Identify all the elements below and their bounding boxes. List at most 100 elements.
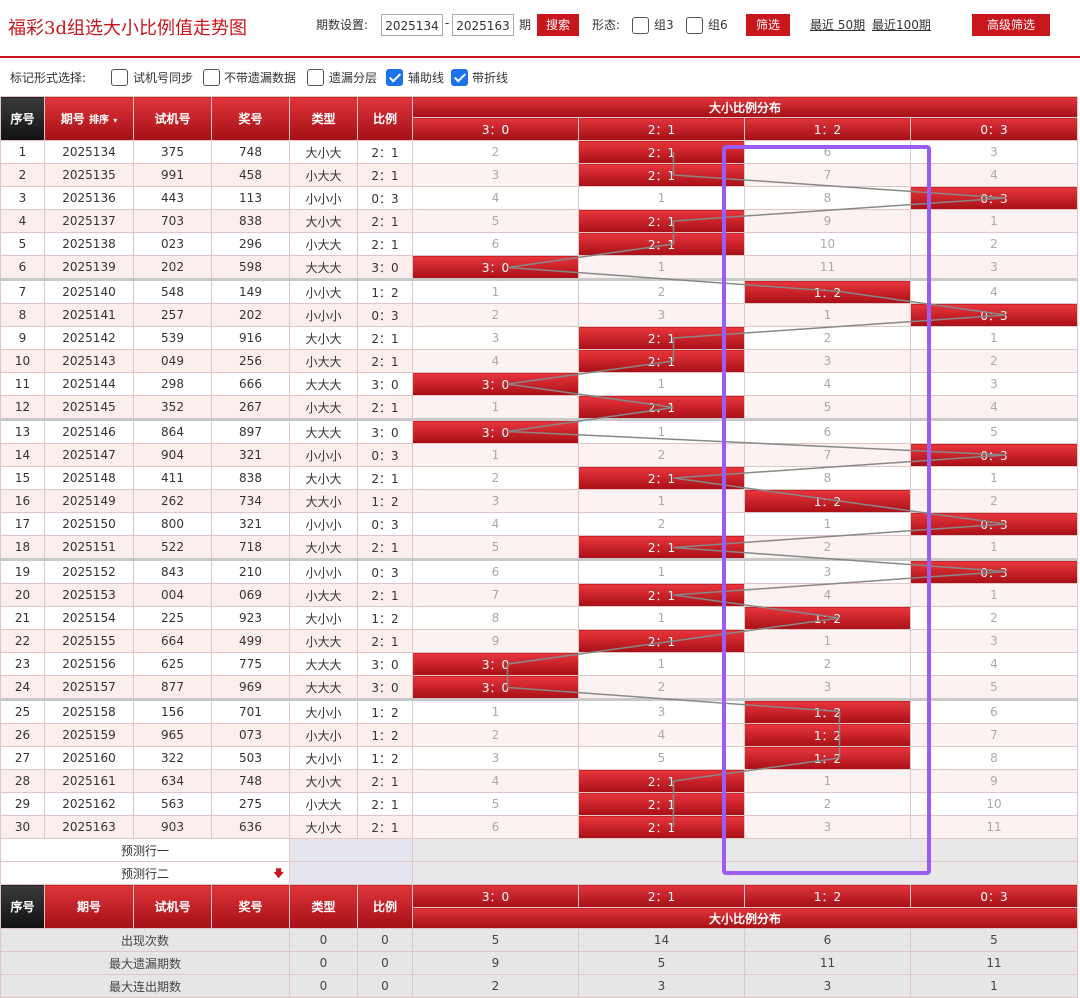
polyline-checkbox[interactable] bbox=[451, 69, 468, 86]
miss-layer-checkbox[interactable] bbox=[307, 69, 324, 86]
stat-label: 最大遗漏期数 bbox=[0, 951, 290, 975]
dist-miss-cell: 3 bbox=[578, 303, 745, 327]
row-period: 2025138 bbox=[44, 232, 134, 256]
stat-row: 出现次数 0 0 5 14 6 5 bbox=[0, 928, 1078, 952]
row-seq: 26 bbox=[0, 723, 45, 747]
arrow-down-icon[interactable]: 🡇 bbox=[273, 865, 284, 884]
row-seq: 22 bbox=[0, 629, 45, 653]
row-seq: 19 bbox=[0, 558, 45, 584]
predict-dist-cell[interactable] bbox=[412, 861, 1078, 885]
row-trial: 548 bbox=[133, 278, 212, 304]
row-trial: 625 bbox=[133, 652, 212, 676]
footer-seq: 序号 bbox=[0, 884, 45, 929]
row-ratio: 2：1 bbox=[357, 349, 413, 373]
row-award: 838 bbox=[211, 466, 290, 490]
dist-miss-cell: 9 bbox=[744, 209, 911, 233]
row-seq: 20 bbox=[0, 583, 45, 607]
dist-miss-cell: 1 bbox=[578, 652, 745, 676]
top-toolbar: 福彩3d组选大小比例值走势图 期数设置: 2025134 - 2025163 期… bbox=[0, 0, 1080, 58]
predict-dist-cell[interactable] bbox=[412, 838, 1078, 862]
footer-type: 类型 bbox=[289, 884, 358, 929]
recent-100-link[interactable]: 最近100期 bbox=[872, 16, 931, 33]
row-award: 701 bbox=[211, 698, 290, 724]
row-ratio: 0：3 bbox=[357, 558, 413, 584]
row-award: 256 bbox=[211, 349, 290, 373]
row-period: 2025142 bbox=[44, 326, 134, 350]
row-ratio: 1：2 bbox=[357, 606, 413, 630]
dist-hit-cell: 1：2 bbox=[744, 278, 911, 304]
recent-50-link[interactable]: 最近 50期 bbox=[810, 16, 865, 33]
mark-label: 标记形式选择: bbox=[10, 71, 87, 85]
row-ratio: 3：0 bbox=[357, 675, 413, 700]
stat-ratio-value: 0 bbox=[357, 951, 413, 975]
row-trial: 411 bbox=[133, 466, 212, 490]
period-to-input[interactable]: 2025163 bbox=[452, 14, 514, 36]
group6-checkbox[interactable] bbox=[686, 17, 703, 34]
row-seq: 3 bbox=[0, 186, 45, 210]
row-trial: 903 bbox=[133, 815, 212, 839]
miss-layer-label: 遗漏分层 bbox=[329, 71, 378, 85]
row-type: 大大大 bbox=[289, 675, 358, 700]
dist-hit-cell: 2：1 bbox=[578, 395, 745, 420]
dist-miss-cell: 5 bbox=[910, 675, 1078, 700]
row-ratio: 2：1 bbox=[357, 629, 413, 653]
dist-miss-cell: 3 bbox=[412, 163, 579, 187]
sort-arrow-icon[interactable]: ▾ bbox=[113, 116, 117, 125]
no-miss-data-checkbox[interactable] bbox=[203, 69, 220, 86]
dist-miss-cell: 5 bbox=[412, 535, 579, 560]
header-period[interactable]: 期号 排序 ▾ bbox=[44, 96, 134, 141]
row-type: 大大大 bbox=[289, 255, 358, 280]
row-period: 2025152 bbox=[44, 558, 134, 584]
row-type: 大小小 bbox=[289, 606, 358, 630]
dist-hit-cell: 2：1 bbox=[578, 140, 745, 164]
stat-label: 出现次数 bbox=[0, 928, 290, 952]
header-type: 类型 bbox=[289, 96, 358, 141]
filter-button[interactable]: 筛选 bbox=[746, 14, 790, 36]
search-button[interactable]: 搜索 bbox=[537, 14, 579, 36]
trial-sync-label: 试机号同步 bbox=[133, 71, 194, 85]
row-period: 2025137 bbox=[44, 209, 134, 233]
dist-miss-cell: 5 bbox=[578, 746, 745, 770]
predict-cell[interactable] bbox=[289, 838, 413, 862]
footer-award: 奖号 bbox=[211, 884, 290, 929]
group3-label: 组3 bbox=[654, 18, 674, 32]
row-award: 503 bbox=[211, 746, 290, 770]
dist-miss-cell: 3 bbox=[412, 746, 579, 770]
dist-miss-cell: 1 bbox=[412, 278, 579, 304]
dist-miss-cell: 4 bbox=[412, 186, 579, 210]
dist-hit-cell: 2：1 bbox=[578, 792, 745, 816]
advanced-filter-button[interactable]: 高级筛选 bbox=[972, 14, 1050, 36]
row-type: 大小大 bbox=[289, 140, 358, 164]
dist-miss-cell: 6 bbox=[910, 698, 1078, 724]
row-seq: 18 bbox=[0, 535, 45, 560]
dist-miss-cell: 5 bbox=[412, 209, 579, 233]
row-period: 2025143 bbox=[44, 349, 134, 373]
row-award: 666 bbox=[211, 372, 290, 396]
row-award: 267 bbox=[211, 395, 290, 420]
dist-miss-cell: 2 bbox=[578, 278, 745, 304]
trial-sync-checkbox[interactable] bbox=[111, 69, 128, 86]
guide-line-checkbox[interactable] bbox=[386, 69, 403, 86]
form-label: 形态: bbox=[592, 18, 621, 32]
period-from-input[interactable]: 2025134 bbox=[381, 14, 443, 36]
row-seq: 24 bbox=[0, 675, 45, 700]
dist-miss-cell: 3 bbox=[910, 629, 1078, 653]
row-trial: 864 bbox=[133, 418, 212, 444]
group3-checkbox[interactable] bbox=[632, 17, 649, 34]
table-row: 25 2025158 156 701 大小小 1：2 1 3 1：2 6 bbox=[0, 698, 1078, 724]
footer-col-3-0: 3：0 bbox=[412, 884, 579, 908]
row-period: 2025149 bbox=[44, 489, 134, 513]
row-award: 916 bbox=[211, 326, 290, 350]
row-type: 小大大 bbox=[289, 395, 358, 420]
dist-hit-cell: 2：1 bbox=[578, 326, 745, 350]
dist-miss-cell: 2 bbox=[910, 489, 1078, 513]
row-seq: 2 bbox=[0, 163, 45, 187]
row-trial: 202 bbox=[133, 255, 212, 280]
row-type: 小小小 bbox=[289, 303, 358, 327]
predict-cell[interactable] bbox=[289, 861, 413, 885]
dist-miss-cell: 4 bbox=[412, 769, 579, 793]
row-award: 775 bbox=[211, 652, 290, 676]
row-seq: 30 bbox=[0, 815, 45, 839]
dist-miss-cell: 4 bbox=[744, 372, 911, 396]
dist-miss-cell: 11 bbox=[744, 255, 911, 280]
